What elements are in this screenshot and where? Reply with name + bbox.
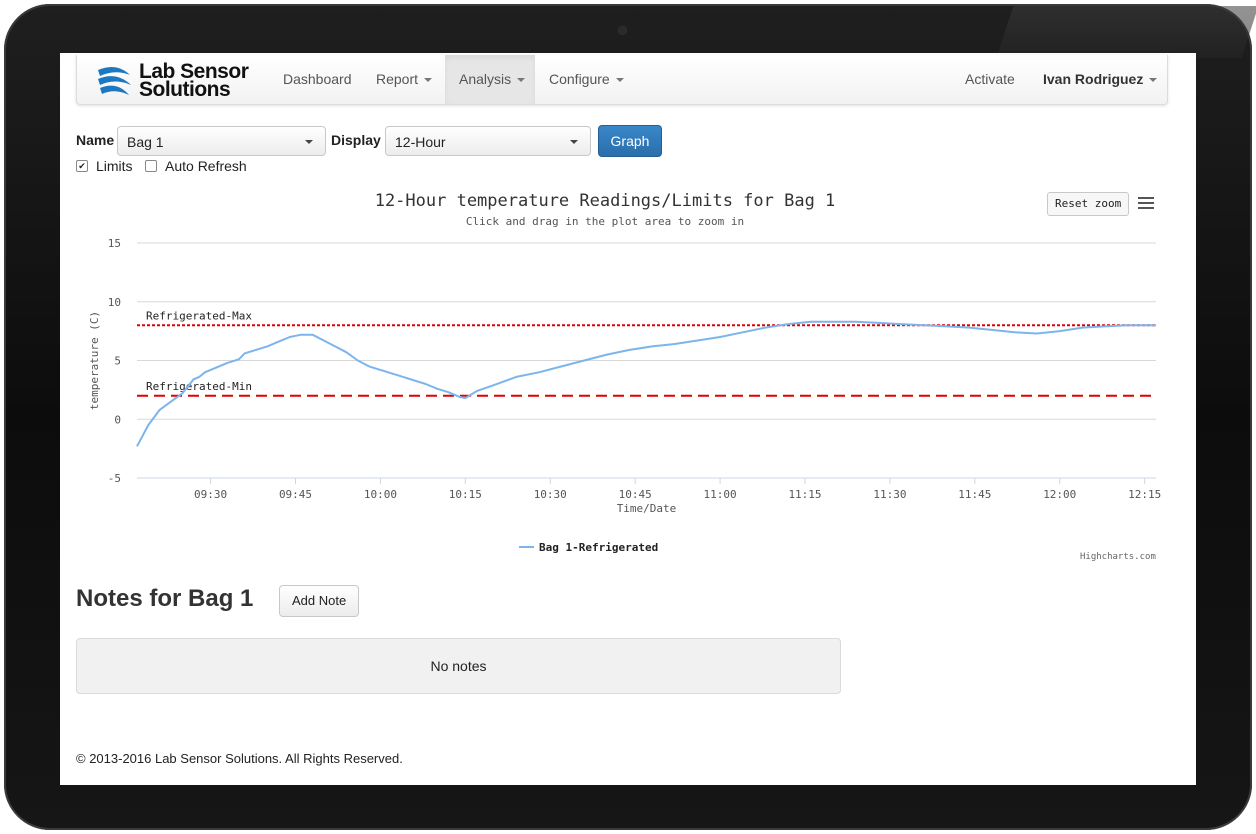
add-note-button[interactable]: Add Note [279, 585, 360, 617]
hamburger-menu-icon[interactable] [1138, 197, 1154, 211]
name-select-value: Bag 1 [127, 134, 164, 150]
grid-lines [137, 242, 1156, 479]
nav-report[interactable]: Report [362, 55, 446, 104]
chevron-down-icon [305, 140, 313, 144]
chart-legend[interactable]: Bag 1-Refrigerated [519, 541, 658, 554]
display-select[interactable]: 12-Hour [385, 126, 591, 156]
nav-activate-label: Activate [965, 71, 1015, 87]
x-tick-label: 11:30 [873, 488, 906, 501]
brand-line-2: Solutions [139, 78, 231, 101]
highcharts-credits[interactable]: Highcharts.com [1080, 552, 1156, 562]
nav-dashboard[interactable]: Dashboard [269, 55, 366, 104]
notes-title: Notes for Bag 1 [76, 585, 254, 612]
y-tick-label: -5 [108, 472, 121, 485]
x-axis-label: Time/Date [617, 502, 677, 515]
display-select-value: 12-Hour [395, 134, 446, 150]
auto-refresh-label: Auto Refresh [165, 158, 247, 174]
nav-activate[interactable]: Activate [951, 55, 1029, 104]
notes-panel: No notes [76, 638, 841, 694]
y-axis-ticks: 15 10 5 0 -5 [108, 237, 121, 485]
reset-zoom-button[interactable]: Reset zoom [1047, 192, 1130, 216]
y-tick-label: 15 [108, 237, 121, 250]
temperature-chart[interactable]: 15 10 5 0 -5 09:30 09:45 10:00 10:15 10:30 10:45 1… [60, 223, 1196, 563]
x-tick-label: 10:30 [534, 488, 567, 501]
x-axis-ticks: 09:30 09:45 10:00 10:15 10:30 10:45 11:00 11:15… [194, 478, 1161, 501]
x-tick-label: 12:00 [1043, 488, 1076, 501]
nav-analysis[interactable]: Analysis [445, 55, 535, 104]
x-tick-label: 11:00 [704, 488, 737, 501]
nav-report-label: Report [376, 71, 419, 87]
y-tick-label: 10 [108, 296, 121, 309]
limit-label: Refrigerated-Max [146, 309, 252, 322]
brand-name: Lab Sensor Solutions [139, 61, 249, 101]
chevron-down-icon [570, 140, 578, 144]
nav-configure[interactable]: Configure [535, 55, 638, 104]
tablet-device: Lab Sensor Solutions Dashboard Report An… [0, 0, 1256, 834]
x-tick-label: 09:30 [194, 488, 227, 501]
nav-analysis-label: Analysis [459, 71, 512, 87]
nav-dashboard-label: Dashboard [283, 71, 352, 87]
y-axis-label: temperature (C) [88, 311, 101, 410]
limit-label: Refrigerated-Min [146, 380, 252, 393]
checkbox-empty-icon [145, 160, 157, 172]
x-tick-label: 09:45 [279, 488, 312, 501]
footer-copyright: © 2013-2016 Lab Sensor Solutions. All Ri… [76, 751, 403, 766]
limits-label: Limits [96, 158, 133, 174]
notes-empty-text: No notes [430, 658, 487, 674]
y-tick-label: 0 [114, 413, 121, 426]
auto-refresh-checkbox[interactable]: Auto Refresh [145, 158, 247, 174]
display-label: Display [331, 132, 381, 148]
chevron-down-icon [615, 78, 624, 83]
chevron-down-icon [424, 78, 433, 83]
app-screen: Lab Sensor Solutions Dashboard Report An… [60, 53, 1196, 785]
checkbox-checked-icon: ✔ [76, 160, 88, 172]
limit-lines: Refrigerated-Max Refrigerated-Min [137, 309, 1156, 397]
x-tick-label: 11:45 [958, 488, 991, 501]
name-label: Name [76, 132, 115, 148]
brand-logo[interactable]: Lab Sensor Solutions [95, 61, 249, 101]
top-navbar: Lab Sensor Solutions Dashboard Report An… [76, 55, 1168, 105]
name-select[interactable]: Bag 1 [117, 126, 326, 156]
series-line [136, 320, 1156, 447]
bezel-glare [996, 6, 1256, 58]
graph-button[interactable]: Graph [598, 125, 662, 157]
x-tick-label: 10:45 [619, 488, 652, 501]
user-name: Ivan Rodriguez [1043, 71, 1144, 87]
camera-icon [619, 27, 626, 34]
legend-label: Bag 1-Refrigerated [539, 541, 658, 554]
nav-configure-label: Configure [549, 71, 610, 87]
chevron-down-icon [1149, 78, 1158, 83]
chevron-down-icon [517, 78, 526, 83]
x-tick-label: 12:15 [1128, 488, 1161, 501]
wave-logo-icon [98, 66, 131, 95]
x-tick-label: 10:15 [449, 488, 482, 501]
x-tick-label: 10:00 [364, 488, 397, 501]
user-menu[interactable]: Ivan Rodriguez [1029, 55, 1171, 104]
series-lines [136, 320, 1156, 447]
limits-checkbox[interactable]: ✔ Limits [76, 158, 133, 174]
y-tick-label: 5 [114, 355, 121, 368]
x-tick-label: 11:15 [788, 488, 821, 501]
chart-title: 12-Hour temperature Readings/Limits for … [374, 191, 836, 211]
